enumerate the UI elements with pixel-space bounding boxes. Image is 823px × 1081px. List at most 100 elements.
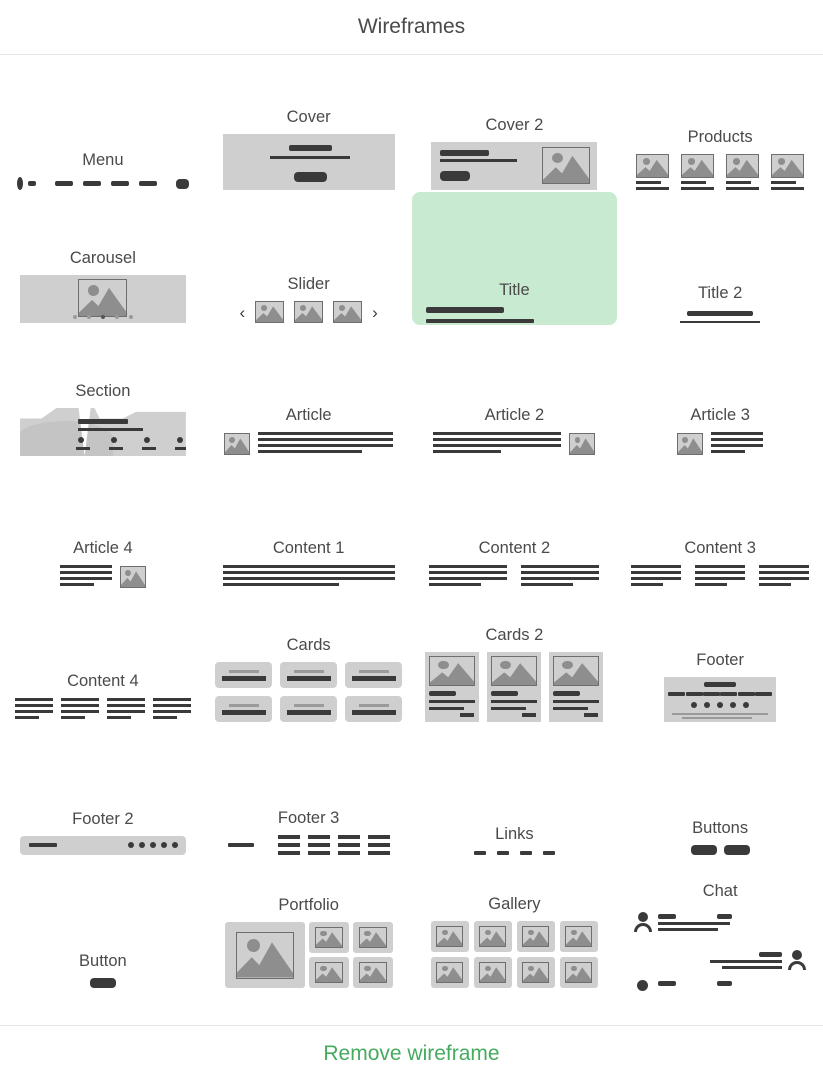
text-line — [429, 565, 508, 568]
card-subtitle-line — [358, 703, 389, 707]
wireframe-item-content1[interactable]: Content 1 — [206, 458, 412, 591]
footer-social-dots — [664, 702, 776, 708]
button-shape[interactable] — [89, 978, 116, 988]
page-footer: Remove wireframe — [0, 1025, 823, 1081]
wireframe-item-chat[interactable]: Chat — [617, 857, 823, 991]
wireframe-item-article3[interactable]: Article 3 — [617, 325, 823, 458]
sun-shape — [320, 965, 327, 972]
text-line — [695, 565, 746, 568]
gallery-tile[interactable] — [473, 957, 512, 988]
cover-cta-button — [293, 172, 327, 182]
gallery-tile[interactable] — [473, 921, 512, 952]
wireframe-item-preview — [617, 565, 823, 589]
wireframe-item-button[interactable]: Button — [0, 857, 206, 990]
gallery-tile[interactable] — [430, 921, 469, 952]
wireframe-item-label: Article 3 — [690, 405, 750, 424]
wireframe-item-products[interactable]: Products — [617, 59, 823, 192]
wireframe-item-carousel[interactable]: Carousel — [0, 192, 206, 325]
card-item[interactable] — [345, 696, 403, 722]
wireframe-item-footer3[interactable]: Footer 3 — [206, 724, 412, 857]
footer3-wireframe-art — [227, 835, 390, 855]
wireframe-item-cards[interactable]: Cards — [206, 591, 412, 724]
wireframe-item-title2[interactable]: Title 2 — [617, 192, 823, 325]
remove-wireframe-button[interactable]: Remove wireframe — [323, 1042, 499, 1066]
card-item[interactable] — [215, 662, 273, 688]
text-line — [14, 704, 53, 707]
text-line — [521, 571, 600, 574]
wireframe-item-footer[interactable]: Footer — [617, 591, 823, 724]
wireframe-item-footer2[interactable]: Footer 2 — [0, 724, 206, 857]
sun-shape — [338, 304, 346, 311]
button-shape[interactable] — [690, 845, 717, 855]
person-body — [634, 923, 653, 932]
footer-nav-link — [737, 692, 755, 696]
card-item[interactable] — [280, 696, 338, 722]
footer3-column — [307, 835, 330, 855]
wireframe-item-portfolio[interactable]: Portfolio — [206, 857, 412, 990]
text-line — [711, 444, 764, 447]
cards-wireframe-art — [215, 662, 403, 722]
sun-shape — [484, 965, 491, 972]
footer3-logo-bar — [227, 843, 254, 847]
prev-arrow-icon[interactable]: ‹ — [239, 304, 245, 321]
wireframe-item-cover[interactable]: Cover — [206, 59, 412, 192]
card-item[interactable] — [215, 696, 273, 722]
card-text-line — [429, 700, 476, 703]
card-item[interactable] — [549, 652, 604, 722]
portfolio-thumb-tile[interactable] — [352, 922, 393, 953]
wireframe-item-preview — [412, 432, 618, 456]
card-item[interactable] — [345, 662, 403, 688]
gallery-tile[interactable] — [516, 921, 555, 952]
wireframe-item-links[interactable]: Links — [412, 724, 618, 857]
wireframe-item-label: Footer 2 — [72, 809, 134, 828]
wireframe-item-gallery[interactable]: Gallery — [412, 857, 618, 990]
gallery-tile[interactable] — [559, 957, 598, 988]
wireframe-item-content3[interactable]: Content 3 — [617, 458, 823, 591]
wireframe-item-preview — [412, 142, 618, 190]
card-title-bar — [286, 675, 331, 681]
portfolio-thumb-tile[interactable] — [308, 957, 349, 988]
footer-rule — [672, 713, 769, 715]
footer-social-dot — [704, 702, 711, 708]
title-heading-bar — [425, 307, 504, 313]
wireframe-item-cover2[interactable]: Cover 2 — [412, 59, 618, 192]
wireframe-item-menu[interactable]: Menu — [0, 59, 206, 192]
card-text-line — [553, 700, 600, 703]
section-bullet — [75, 437, 90, 450]
card-item[interactable] — [280, 662, 338, 688]
wireframe-item-preview — [617, 908, 823, 991]
wireframe-item-buttons[interactable]: Buttons — [617, 724, 823, 857]
wireframe-item-title[interactable]: Title — [411, 192, 618, 325]
wireframe-item-article4[interactable]: Article 4 — [0, 458, 206, 591]
wireframe-item-section[interactable]: Section — [0, 325, 206, 458]
wireframe-item-content4[interactable]: Content 4 — [0, 591, 206, 724]
wireframe-item-preview — [206, 565, 412, 589]
menu-links — [54, 181, 157, 186]
button-shape[interactable] — [723, 845, 750, 855]
portfolio-featured-tile[interactable] — [224, 922, 305, 988]
gallery-tile[interactable] — [430, 957, 469, 988]
portfolio-thumb-tile[interactable] — [352, 957, 393, 988]
text-line — [60, 698, 99, 701]
wireframe-item-preview — [0, 408, 206, 456]
image-placeholder-icon — [436, 926, 464, 947]
portfolio-thumb-tile[interactable] — [308, 922, 349, 953]
text-line — [631, 577, 682, 580]
wireframe-item-content2[interactable]: Content 2 — [412, 458, 618, 591]
wireframe-list-panel[interactable]: Menu Cover Cover 2 Products Carousel Slider ‹ ›… — [0, 55, 823, 1025]
gallery-tile[interactable] — [559, 921, 598, 952]
cover-subheading-bar — [269, 156, 350, 159]
wireframe-item-cards2[interactable]: Cards 2 — [412, 591, 618, 724]
wireframe-item-preview — [206, 922, 412, 988]
product-item — [771, 154, 805, 190]
sun-shape — [777, 158, 786, 165]
next-arrow-icon[interactable]: › — [372, 304, 378, 321]
chat-message-line — [658, 922, 731, 925]
wireframe-item-article2[interactable]: Article 2 — [412, 325, 618, 458]
card-item[interactable] — [487, 652, 542, 722]
gallery-tile[interactable] — [516, 957, 555, 988]
card-item[interactable] — [425, 652, 480, 722]
wireframe-item-slider[interactable]: Slider ‹ › — [206, 192, 412, 325]
wireframe-item-article[interactable]: Article — [206, 325, 412, 458]
text-line — [258, 438, 394, 441]
